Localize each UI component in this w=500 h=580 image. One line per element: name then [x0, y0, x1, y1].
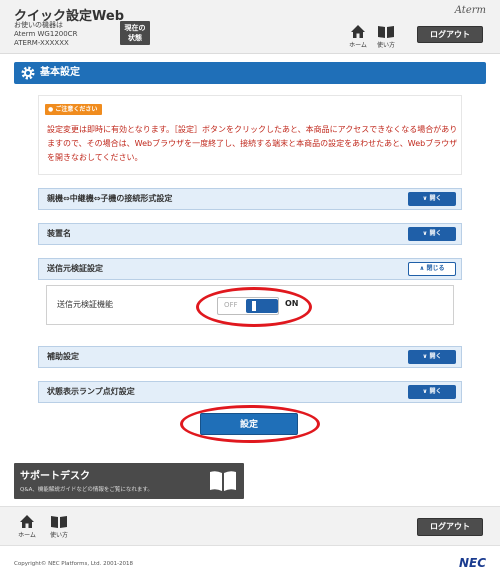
notice-badge-text: ご注意ください	[55, 106, 98, 113]
open-button-label: 開く	[429, 388, 442, 395]
accordion-label: 装置名	[47, 229, 71, 238]
source-verification-label: 送信元検証機能	[57, 300, 113, 309]
home-nav-button[interactable]: ホーム	[345, 24, 371, 50]
nec-logo: NEC	[458, 556, 486, 570]
accordion-source-verification[interactable]: 送信元検証設定 ∧ 閉じる	[38, 258, 462, 280]
device-info: お使いの機器は Aterm WG1200CR ATERM-XXXXXX	[14, 21, 77, 48]
home-icon	[20, 515, 34, 528]
home-icon	[351, 25, 365, 38]
support-desk-banner[interactable]: サポートデスク Q&A、機能解説ガイドなどの情報をご覧になれます。	[14, 463, 244, 499]
gear-icon	[21, 66, 35, 80]
chevron-down-icon: ∨	[422, 230, 428, 237]
chevron-up-icon: ∧	[419, 265, 425, 272]
device-id: ATERM-XXXXXX	[14, 39, 69, 47]
home-label: ホーム	[349, 42, 367, 49]
chevron-down-icon: ∨	[422, 353, 428, 360]
accordion-label: 送信元検証設定	[47, 264, 103, 273]
logout-button[interactable]: ログアウト	[417, 26, 483, 43]
close-button[interactable]: ∧ 閉じる	[408, 262, 456, 276]
close-button-label: 閉じる	[426, 265, 445, 272]
current-status-button[interactable]: 現在の 状態	[120, 21, 150, 45]
device-model: Aterm WG1200CR	[14, 30, 78, 38]
open-button[interactable]: ∨ 開く	[408, 350, 456, 364]
chevron-down-icon: ∨	[422, 195, 428, 202]
chevron-down-icon: ∨	[422, 388, 428, 395]
manual-label: 使い方	[376, 42, 395, 49]
footer-nav: ホーム 使い方 ログアウト	[0, 506, 500, 546]
accordion-label: 補助設定	[47, 352, 79, 361]
support-title: サポートデスク	[20, 471, 90, 482]
highlight-ellipse-toggle	[196, 287, 312, 327]
open-button-label: 開く	[429, 195, 442, 202]
accordion-label: 状態表示ランプ点灯設定	[47, 387, 135, 396]
manual-nav-button[interactable]: 使い方	[373, 24, 399, 50]
book-icon	[210, 471, 236, 491]
open-button-label: 開く	[429, 230, 442, 237]
accordion-status-lamp[interactable]: 状態表示ランプ点灯設定 ∨ 開く	[38, 381, 462, 403]
open-button-label: 開く	[429, 353, 442, 360]
open-button[interactable]: ∨ 開く	[408, 192, 456, 206]
warning-icon: ●	[48, 106, 54, 113]
status-button-label-1: 現在の	[124, 24, 146, 32]
status-button-label-2: 状態	[128, 34, 142, 42]
accordion-device-name[interactable]: 装置名 ∨ 開く	[38, 223, 462, 245]
notice-box: ● ご注意ください 設定変更は即時に有効となります。［設定］ボタンをクリックした…	[38, 95, 462, 175]
aterm-logo: Aterm	[454, 5, 486, 16]
accordion-label: 親機⇔中継機⇔子機の接続形式設定	[47, 194, 173, 203]
open-button[interactable]: ∨ 開く	[408, 385, 456, 399]
highlight-ellipse-submit	[180, 405, 320, 443]
manual-label: 使い方	[49, 532, 68, 539]
section-title: 基本設定	[14, 62, 486, 84]
accordion-auxiliary[interactable]: 補助設定 ∨ 開く	[38, 346, 462, 368]
home-label: ホーム	[18, 532, 36, 539]
notice-badge: ● ご注意ください	[45, 104, 103, 115]
accordion-connection-type[interactable]: 親機⇔中継機⇔子機の接続形式設定 ∨ 開く	[38, 188, 462, 210]
header: クイック設定Web お使いの機器は Aterm WG1200CR ATERM-X…	[0, 0, 500, 54]
notice-text: 設定変更は即時に有効となります。［設定］ボタンをクリックしたあと、本商品にアクセ…	[47, 125, 458, 162]
open-button[interactable]: ∨ 開く	[408, 227, 456, 241]
book-icon	[51, 516, 67, 528]
support-description: Q&A、機能解説ガイドなどの情報をご覧になれます。	[20, 487, 153, 493]
footer-manual-button[interactable]: 使い方	[46, 514, 72, 540]
footer-home-button[interactable]: ホーム	[14, 514, 40, 540]
footer-logout-button[interactable]: ログアウト	[417, 518, 483, 536]
device-info-line: お使いの機器は	[14, 21, 63, 29]
section-title-text: 基本設定	[40, 67, 80, 78]
book-icon	[378, 26, 394, 38]
copyright-text: Copyright© NEC Platforms, Ltd. 2001-2018	[14, 561, 134, 567]
